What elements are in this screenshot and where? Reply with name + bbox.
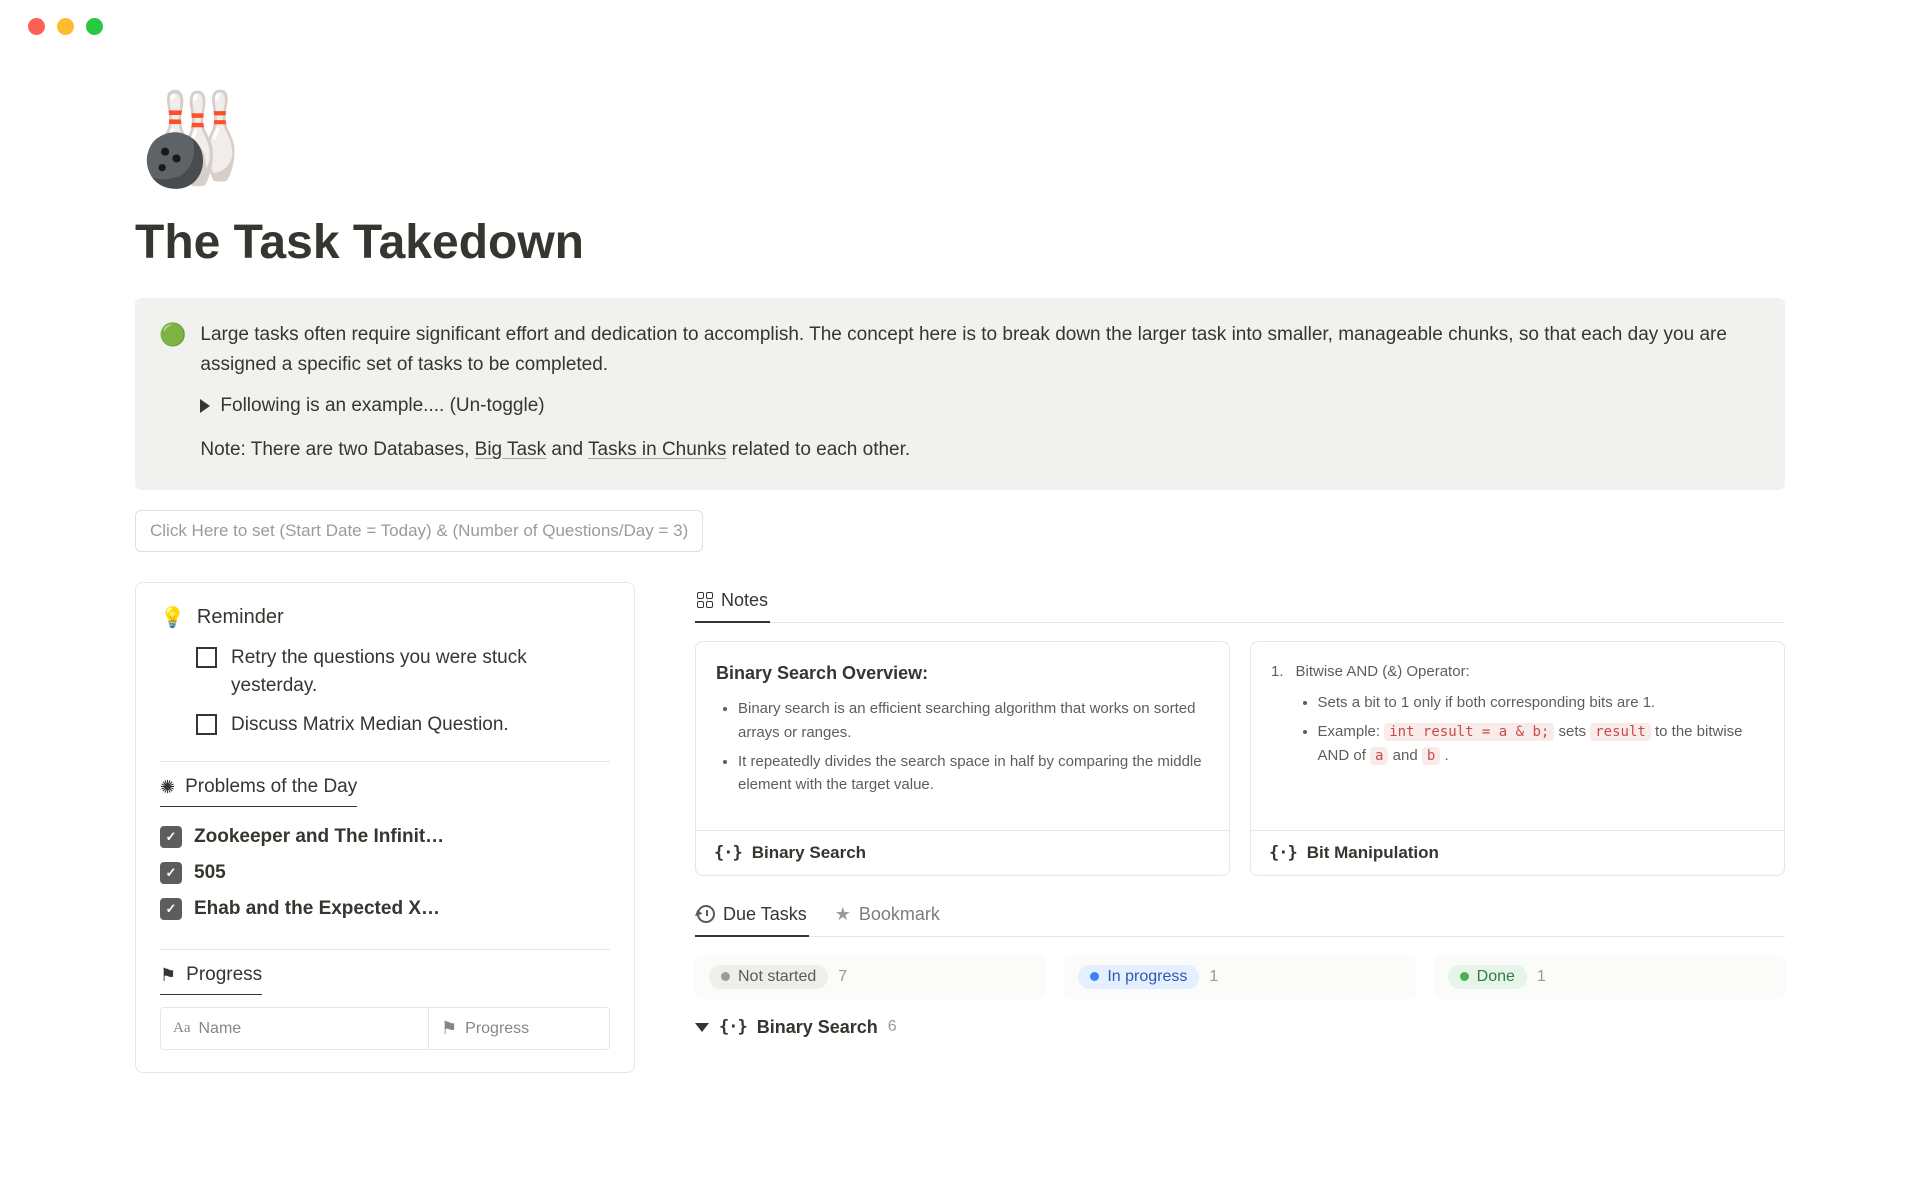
checkbox-icon[interactable] [196, 647, 217, 668]
sun-icon: ✺ [160, 777, 175, 798]
problem-item[interactable]: ✓ Zookeeper and The Infinit… [160, 819, 610, 855]
tab-bookmark[interactable]: ★ Bookmark [833, 896, 942, 936]
set-defaults-button[interactable]: Click Here to set (Start Date = Today) &… [135, 510, 703, 552]
problem-item[interactable]: ✓ Ehab and the Expected X… [160, 891, 610, 927]
window-traffic-lights [0, 0, 1920, 35]
flag-icon: ⚑ [160, 965, 176, 986]
gallery-view-icon [697, 592, 713, 608]
card-bullet: Binary search is an efficient searching … [738, 697, 1209, 744]
page-icon[interactable]: 🎳 [135, 95, 1785, 185]
verified-badge-icon: ✓ [160, 862, 182, 884]
star-icon: ★ [835, 904, 851, 925]
status-count: 7 [838, 968, 847, 986]
card-bullet: Sets a bit to 1 only if both correspondi… [1318, 691, 1764, 714]
board-col-in-progress[interactable]: In progress 1 [1064, 955, 1415, 999]
divider [160, 761, 610, 762]
status-count: 1 [1209, 968, 1218, 986]
big-task-link[interactable]: Big Task [475, 439, 546, 460]
list-number: 1. [1271, 660, 1284, 774]
board-col-not-started[interactable]: Not started 7 [695, 955, 1046, 999]
intro-callout: 🟢 Large tasks often require significant … [135, 298, 1785, 490]
board-group-binary-search[interactable]: {·} Binary Search 6 [695, 1017, 1785, 1038]
code-icon: {·} [719, 1017, 747, 1037]
status-pill-done: Done [1448, 965, 1527, 989]
progress-heading[interactable]: ⚑ Progress [160, 964, 262, 995]
card-footer-label: Binary Search [752, 843, 866, 863]
progress-col-name[interactable]: Aa Name [161, 1008, 429, 1049]
tab-notes[interactable]: Notes [695, 582, 770, 623]
tasks-in-chunks-link[interactable]: Tasks in Chunks [588, 439, 726, 460]
verified-badge-icon: ✓ [160, 898, 182, 920]
close-window-button[interactable] [28, 18, 45, 35]
code-inline: a [1370, 747, 1388, 765]
callout-text: Large tasks often require significant ef… [200, 320, 1761, 381]
todo-item[interactable]: Retry the questions you were stuck yeste… [196, 644, 610, 701]
toggle-label[interactable]: Following is an example.... (Un-toggle) [220, 391, 544, 421]
code-icon: {·} [714, 843, 742, 863]
tasks-tabs: Due Tasks ★ Bookmark [695, 896, 1785, 937]
code-inline: int result = a & b; [1384, 723, 1554, 741]
code-inline: b [1422, 747, 1440, 765]
chevron-down-icon[interactable] [695, 1023, 709, 1032]
checkbox-icon[interactable] [196, 714, 217, 735]
board-col-done[interactable]: Done 1 [1434, 955, 1785, 999]
card-bullet: Example: int result = a & b; sets result… [1318, 720, 1764, 767]
note-card-binary-search[interactable]: Binary Search Overview: Binary search is… [695, 641, 1230, 876]
problem-item[interactable]: ✓ 505 [160, 855, 610, 891]
group-count: 6 [888, 1018, 897, 1036]
minimize-window-button[interactable] [57, 18, 74, 35]
problems-of-day-heading[interactable]: ✺ Problems of the Day [160, 776, 357, 807]
notes-tabs: Notes [695, 582, 1785, 623]
progress-table-header: Aa Name ⚑ Progress [160, 1007, 610, 1050]
card-subheading: Bitwise AND (&) Operator: [1296, 660, 1764, 683]
text-property-icon: Aa [173, 1020, 191, 1037]
maximize-window-button[interactable] [86, 18, 103, 35]
tab-due-tasks[interactable]: Due Tasks [695, 896, 809, 937]
status-pill-not-started: Not started [709, 965, 828, 989]
history-icon [697, 905, 715, 923]
divider [160, 949, 610, 950]
todo-label: Retry the questions you were stuck yeste… [231, 644, 610, 701]
verified-badge-icon: ✓ [160, 826, 182, 848]
card-title: Binary Search Overview: [716, 660, 1209, 688]
todo-item[interactable]: Discuss Matrix Median Question. [196, 711, 610, 740]
bulb-icon: 💡 [160, 605, 185, 630]
progress-col-progress[interactable]: ⚑ Progress [429, 1008, 609, 1049]
left-panel: 💡 Reminder Retry the questions you were … [135, 582, 635, 1074]
status-count: 1 [1537, 968, 1546, 986]
callout-emoji: 🟢 [159, 320, 186, 466]
note-card-bit-manipulation[interactable]: 1. Bitwise AND (&) Operator: Sets a bit … [1250, 641, 1785, 876]
toggle-arrow-icon[interactable] [200, 399, 210, 413]
card-bullet: It repeatedly divides the search space i… [738, 750, 1209, 797]
todo-label: Discuss Matrix Median Question. [231, 711, 509, 740]
page-title[interactable]: The Task Takedown [135, 215, 1785, 270]
status-pill-in-progress: In progress [1078, 965, 1199, 989]
callout-note: Note: There are two Databases, Big Task … [200, 435, 1761, 465]
flag-icon: ⚑ [441, 1018, 457, 1039]
code-icon: {·} [1269, 843, 1297, 863]
card-footer-label: Bit Manipulation [1307, 843, 1439, 863]
code-inline: result [1590, 723, 1651, 741]
reminder-title: Reminder [197, 606, 284, 629]
